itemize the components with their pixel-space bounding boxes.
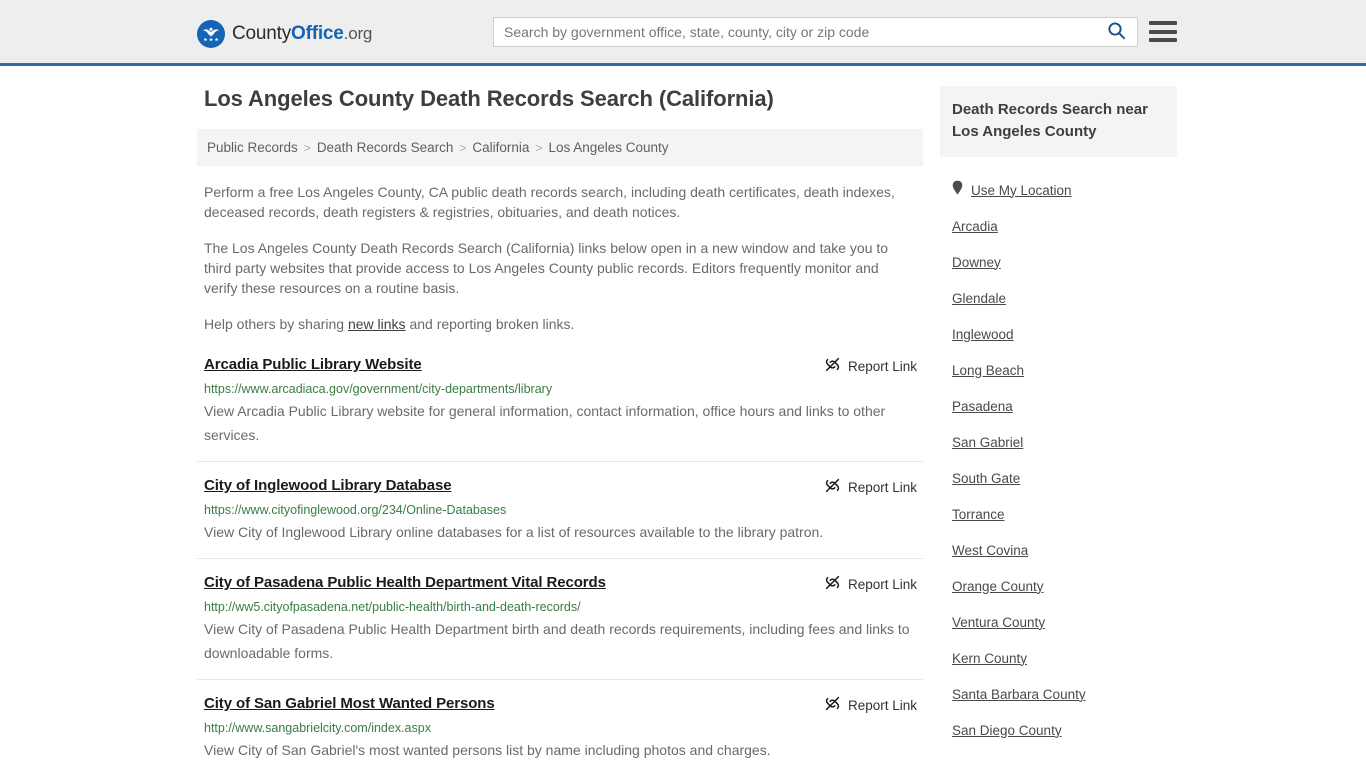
sidebar-heading: Death Records Search near Los Angeles Co… xyxy=(940,86,1177,157)
sidebar-link-label[interactable]: San Gabriel xyxy=(952,435,1023,450)
breadcrumb-item-public-records[interactable]: Public Records xyxy=(207,140,298,155)
sidebar-item-san-gabriel[interactable]: San Gabriel xyxy=(940,424,1177,460)
new-links-link[interactable]: new links xyxy=(348,316,406,332)
sidebar-item-use-my-location[interactable]: Use My Location xyxy=(940,172,1177,208)
map-pin-icon xyxy=(952,180,963,200)
sidebar-link-label[interactable]: Torrance xyxy=(952,507,1005,522)
page-body: Los Angeles County Death Records Search … xyxy=(0,66,1366,768)
page-title: Los Angeles County Death Records Search … xyxy=(204,86,774,111)
result-title-link[interactable]: Arcadia Public Library Website xyxy=(204,355,422,375)
sidebar-item-inglewood[interactable]: Inglewood xyxy=(940,316,1177,352)
breadcrumb-item-death-records-search[interactable]: Death Records Search xyxy=(317,140,454,155)
brand-part-county: County xyxy=(232,23,292,44)
sidebar-item-orange-county[interactable]: Orange County xyxy=(940,568,1177,604)
results-list: Arcadia Public Library Website Report Li… xyxy=(197,355,923,768)
sidebar-link-label[interactable]: West Covina xyxy=(952,543,1028,558)
report-link-button[interactable]: Report Link xyxy=(824,694,917,715)
intro-paragraph-2: The Los Angeles County Death Records Sea… xyxy=(204,240,889,296)
sidebar: Death Records Search near Los Angeles Co… xyxy=(940,86,1177,768)
report-link-label: Report Link xyxy=(847,358,917,374)
sidebar-link-label[interactable]: Orange County xyxy=(952,579,1044,594)
sidebar-link-label[interactable]: South Gate xyxy=(952,471,1020,486)
sidebar-link-label[interactable]: Downey xyxy=(952,255,1001,270)
menu-bar-1 xyxy=(1149,21,1177,25)
intro-p3-before: Help others by sharing xyxy=(204,316,348,332)
result-title-link[interactable]: City of Inglewood Library Database xyxy=(204,476,452,496)
result-description: View Arcadia Public Library website for … xyxy=(204,403,886,443)
breadcrumb-separator: > xyxy=(535,140,543,155)
breadcrumb: Public Records > Death Records Search > … xyxy=(197,129,923,166)
result-item: Arcadia Public Library Website Report Li… xyxy=(197,355,923,462)
broken-link-icon xyxy=(824,477,841,497)
eagle-stars-logo-icon xyxy=(197,20,225,48)
report-link-button[interactable]: Report Link xyxy=(824,355,917,376)
result-url[interactable]: https://www.arcadiaca.gov/government/cit… xyxy=(204,382,923,397)
sidebar-item-torrance[interactable]: Torrance xyxy=(940,496,1177,532)
sidebar-item-south-gate[interactable]: South Gate xyxy=(940,460,1177,496)
intro-paragraph-3: Help others by sharing new links and rep… xyxy=(204,314,904,334)
report-link-button[interactable]: Report Link xyxy=(824,476,917,497)
sidebar-link-label[interactable]: San Diego County xyxy=(952,723,1062,738)
report-link-button[interactable]: Report Link xyxy=(824,573,917,594)
result-item: City of Pasadena Public Health Departmen… xyxy=(197,573,923,680)
result-item: City of San Gabriel Most Wanted Persons … xyxy=(197,694,923,768)
result-title-link[interactable]: City of Pasadena Public Health Departmen… xyxy=(204,573,606,593)
brand-part-office: Office xyxy=(291,23,344,44)
report-link-label: Report Link xyxy=(847,479,917,495)
sidebar-item-san-diego-county[interactable]: San Diego County xyxy=(940,712,1177,748)
intro-paragraph-1: Perform a free Los Angeles County, CA pu… xyxy=(204,184,895,220)
sidebar-item-kern-county[interactable]: Kern County xyxy=(940,640,1177,676)
broken-link-icon xyxy=(824,695,841,715)
result-description: View City of Pasadena Public Health Depa… xyxy=(204,621,910,661)
broken-link-icon xyxy=(824,356,841,376)
sidebar-item-long-beach[interactable]: Long Beach xyxy=(940,352,1177,388)
result-title-link[interactable]: City of San Gabriel Most Wanted Persons xyxy=(204,694,495,714)
sidebar-link-label[interactable]: Long Beach xyxy=(952,363,1024,378)
hamburger-menu-icon[interactable] xyxy=(1149,18,1177,45)
site-header: CountyOffice.org xyxy=(0,0,1366,66)
result-url[interactable]: https://www.cityofinglewood.org/234/Onli… xyxy=(204,503,923,518)
sidebar-item-west-covina[interactable]: West Covina xyxy=(940,532,1177,568)
sidebar-link-label[interactable]: Pasadena xyxy=(952,399,1013,414)
report-link-label: Report Link xyxy=(847,576,917,592)
sidebar-link-label[interactable]: Arcadia xyxy=(952,219,998,234)
result-description: View City of Inglewood Library online da… xyxy=(204,524,824,540)
search-button[interactable] xyxy=(1096,17,1138,47)
sidebar-link-label[interactable]: Santa Barbara County xyxy=(952,687,1086,702)
report-link-label: Report Link xyxy=(847,697,917,713)
search-icon xyxy=(1107,21,1126,43)
result-url[interactable]: http://ww5.cityofpasadena.net/public-hea… xyxy=(204,600,923,615)
sidebar-link-label[interactable]: Kern County xyxy=(952,651,1027,666)
result-url[interactable]: http://www.sangabrielcity.com/index.aspx xyxy=(204,721,923,736)
main-content-column: Los Angeles County Death Records Search … xyxy=(197,86,923,768)
sidebar-item-downey[interactable]: Downey xyxy=(940,244,1177,280)
sidebar-item-santa-barbara-county[interactable]: Santa Barbara County xyxy=(940,676,1177,712)
breadcrumb-separator: > xyxy=(459,140,467,155)
search-bar xyxy=(493,17,1138,47)
sidebar-item-ventura-county[interactable]: Ventura County xyxy=(940,604,1177,640)
sidebar-item-pasadena[interactable]: Pasadena xyxy=(940,388,1177,424)
sidebar-links: Use My Location Arcadia Downey Glendale … xyxy=(940,172,1177,748)
brand-part-org: .org xyxy=(343,24,373,43)
brand-wordmark: CountyOffice.org xyxy=(232,23,372,45)
breadcrumb-item-los-angeles-county: Los Angeles County xyxy=(548,140,669,155)
sidebar-item-arcadia[interactable]: Arcadia xyxy=(940,208,1177,244)
breadcrumb-item-california[interactable]: California xyxy=(472,140,529,155)
sidebar-link-label[interactable]: Glendale xyxy=(952,291,1006,306)
site-logo-link[interactable]: CountyOffice.org xyxy=(197,20,372,48)
result-item: City of Inglewood Library Database Repor… xyxy=(197,476,923,559)
search-input[interactable] xyxy=(493,17,1096,47)
result-description: View City of San Gabriel's most wanted p… xyxy=(204,742,771,758)
sidebar-item-glendale[interactable]: Glendale xyxy=(940,280,1177,316)
intro-p3-after: and reporting broken links. xyxy=(405,316,575,332)
sidebar-link-label[interactable]: Use My Location xyxy=(971,183,1072,198)
sidebar-link-label[interactable]: Inglewood xyxy=(952,327,1014,342)
menu-bar-2 xyxy=(1149,29,1177,34)
breadcrumb-separator: > xyxy=(303,140,311,155)
sidebar-link-label[interactable]: Ventura County xyxy=(952,615,1045,630)
broken-link-icon xyxy=(824,574,841,594)
menu-bar-3 xyxy=(1149,38,1177,42)
